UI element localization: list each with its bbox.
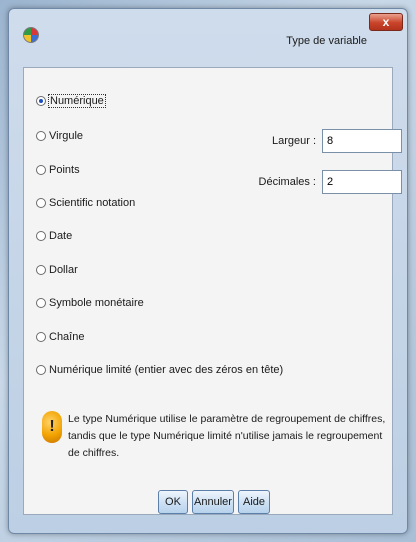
option-label: Numérique limité (entier avec des zéros … [49, 364, 284, 376]
option-label: Chaîne [49, 331, 85, 343]
option-label: Virgule [49, 130, 84, 142]
option-restricted-numeric[interactable]: Numérique limité (entier avec des zéros … [36, 361, 283, 379]
variable-type-dialog: Type de variable x Numérique Virgule Poi… [8, 8, 408, 534]
radio-restricted-numeric[interactable] [36, 365, 46, 375]
decimals-label: Décimales : [258, 176, 316, 188]
ok-button[interactable]: OK [158, 490, 188, 514]
cancel-button[interactable]: Annuler [192, 490, 234, 514]
option-label: Date [49, 230, 73, 242]
option-numeric[interactable]: Numérique [36, 92, 106, 110]
radio-comma[interactable] [36, 131, 46, 141]
option-dot[interactable]: Points [36, 161, 80, 179]
info-message: Le type Numérique utilise le paramètre d… [68, 413, 386, 459]
close-button[interactable]: x [369, 13, 403, 31]
width-label: Largeur : [271, 135, 316, 147]
title-bar[interactable]: Type de variable x [9, 9, 407, 65]
option-dollar[interactable]: Dollar [36, 261, 78, 279]
option-label: Symbole monétaire [49, 297, 144, 309]
option-label: Scientific notation [49, 197, 136, 209]
radio-numeric[interactable] [36, 96, 46, 106]
dialog-title: Type de variable [286, 35, 367, 47]
option-label: Numérique [48, 94, 106, 108]
option-label: Dollar [49, 264, 78, 276]
radio-currency[interactable] [36, 298, 46, 308]
radio-string[interactable] [36, 332, 46, 342]
app-icon [23, 27, 39, 43]
radio-date[interactable] [36, 231, 46, 241]
width-field[interactable] [322, 129, 402, 153]
dialog-body: Numérique Virgule Points Scientific nota… [23, 67, 402, 515]
radio-scientific[interactable] [36, 198, 46, 208]
option-comma[interactable]: Virgule [36, 127, 83, 145]
option-string[interactable]: Chaîne [36, 328, 84, 346]
option-scientific[interactable]: Scientific notation [36, 194, 135, 212]
radio-dot[interactable] [36, 165, 46, 175]
info-icon: ! [42, 411, 62, 443]
option-date[interactable]: Date [36, 227, 72, 245]
help-button[interactable]: Aide [238, 490, 270, 514]
radio-dollar[interactable] [36, 265, 46, 275]
option-label: Points [49, 164, 80, 176]
decimals-field[interactable] [322, 170, 402, 194]
option-currency[interactable]: Symbole monétaire [36, 294, 144, 312]
